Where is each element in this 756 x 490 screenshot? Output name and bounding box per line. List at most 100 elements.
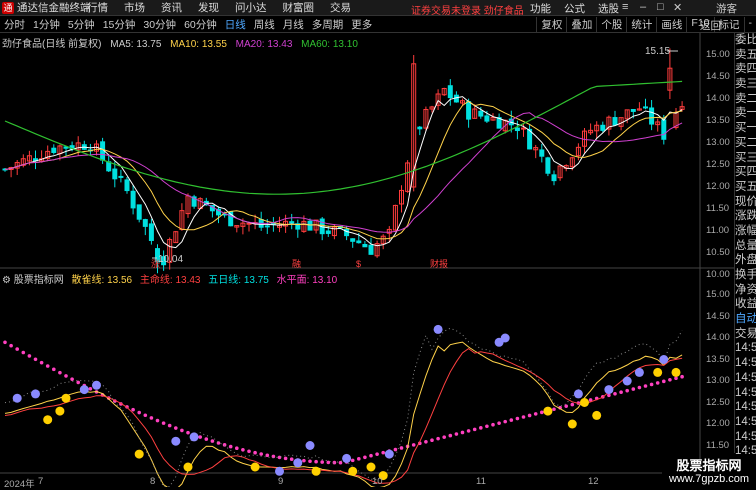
smile-face-icon bbox=[592, 411, 601, 420]
back-button[interactable]: 返回 bbox=[700, 18, 721, 33]
sidebar-item[interactable]: 14:5 bbox=[735, 415, 756, 430]
sidebar-item[interactable]: 收益 bbox=[735, 297, 756, 312]
smile-face-icon bbox=[367, 463, 376, 472]
indicator-name: 股票指标网 bbox=[14, 275, 64, 286]
candle-body bbox=[485, 116, 489, 121]
sidebar-item[interactable]: 买二 bbox=[735, 136, 756, 151]
sidebar-item[interactable]: 外盘 bbox=[735, 253, 756, 268]
candle-body bbox=[448, 86, 452, 98]
shuiping-dot bbox=[638, 386, 642, 390]
shuiping-dot bbox=[680, 375, 684, 379]
candle-body bbox=[540, 150, 544, 156]
shuiping-dot bbox=[76, 381, 80, 385]
shuiping-dot bbox=[89, 387, 93, 391]
smile-face-icon bbox=[348, 467, 357, 476]
tool-minus[interactable]: - bbox=[744, 17, 756, 32]
sidebar-item[interactable]: 净资 bbox=[735, 283, 756, 298]
shuiping-dot bbox=[369, 454, 373, 458]
blue-face-icon bbox=[31, 389, 40, 398]
sanque-line bbox=[5, 342, 682, 487]
sidebar-item[interactable]: 现价 bbox=[735, 195, 756, 210]
kline-chart[interactable]: 15.1510.04融$财报涨 bbox=[0, 0, 734, 487]
candle-body bbox=[522, 128, 526, 129]
sidebar-item[interactable]: 总量 bbox=[735, 239, 756, 254]
sidebar-item[interactable]: 涨幅 bbox=[735, 224, 756, 239]
shuiping-dot bbox=[235, 446, 239, 450]
candle-body bbox=[131, 191, 135, 208]
shuiping-dot bbox=[656, 381, 660, 385]
sidebar-item[interactable]: 买一 bbox=[735, 121, 756, 136]
price-tick-label: 10.50 bbox=[706, 247, 730, 258]
blue-face-icon bbox=[604, 385, 613, 394]
shuiping-dot bbox=[70, 377, 74, 381]
sidebar-item[interactable]: 14:5 bbox=[735, 430, 756, 445]
shuiping-dot bbox=[503, 420, 507, 424]
smile-face-icon bbox=[251, 463, 260, 472]
shuiping-dot bbox=[632, 387, 636, 391]
sidebar-item[interactable]: 买四 bbox=[735, 165, 756, 180]
sub-tick-label: 13.50 bbox=[706, 354, 730, 365]
candle-body bbox=[467, 102, 471, 119]
shuiping-dot bbox=[15, 347, 19, 351]
ma20-line bbox=[5, 113, 682, 233]
stock-name: 劲仔食品(日线 前复权) bbox=[2, 39, 101, 50]
shuiping-dot bbox=[357, 457, 361, 461]
shuiping-dot bbox=[58, 371, 62, 375]
sidebar-item[interactable]: 14:5 bbox=[735, 386, 756, 401]
sidebar-item[interactable]: 卖一 bbox=[735, 106, 756, 121]
shuiping-dot bbox=[278, 456, 282, 460]
shuiping-dot bbox=[552, 407, 556, 411]
shuiping-dot bbox=[28, 354, 32, 358]
sidebar-item[interactable]: 自动 bbox=[735, 312, 756, 327]
sidebar-item[interactable]: 14:5 bbox=[735, 371, 756, 386]
candle-body bbox=[265, 226, 269, 227]
blue-face-icon bbox=[342, 454, 351, 463]
sidebar-item[interactable]: 涨跌 bbox=[735, 209, 756, 224]
sidebar-item[interactable]: 14:5 bbox=[735, 444, 756, 459]
blue-face-icon bbox=[623, 377, 632, 386]
main-legend: 劲仔食品(日线 前复权) MA5: 13.75 MA10: 13.55 MA20… bbox=[2, 35, 358, 50]
candle-body bbox=[149, 224, 153, 241]
sidebar-item[interactable]: 14:5 bbox=[735, 341, 756, 356]
marker-zhang: 涨 bbox=[151, 259, 160, 269]
wuri-line bbox=[5, 328, 682, 487]
candle-body bbox=[357, 241, 361, 243]
ma60-line bbox=[5, 81, 682, 194]
sidebar-item[interactable]: 14:5 bbox=[735, 400, 756, 415]
shuiping-dot bbox=[205, 437, 209, 441]
sidebar-item[interactable]: 买五 bbox=[735, 180, 756, 195]
date-tick-label: 7 bbox=[38, 476, 43, 487]
shuiping-dot bbox=[412, 443, 416, 447]
sidebar-item[interactable]: 委比 bbox=[735, 33, 756, 48]
blue-face-icon bbox=[190, 432, 199, 441]
shuiping-dot bbox=[400, 446, 404, 450]
shuiping-dot bbox=[351, 459, 355, 463]
sidebar-item[interactable]: 买三 bbox=[735, 151, 756, 166]
candle-body bbox=[601, 125, 605, 130]
shuiping-dot bbox=[302, 459, 306, 463]
sidebar-item[interactable]: 卖二 bbox=[735, 92, 756, 107]
gear-icon[interactable]: ⚙ bbox=[2, 275, 11, 286]
date-tick-label: 8 bbox=[150, 476, 155, 487]
sub-tick-label: 13.00 bbox=[706, 375, 730, 386]
blue-face-icon bbox=[293, 458, 302, 467]
shuiping-dot bbox=[247, 449, 251, 453]
legend-ma5: MA5: 13.75 bbox=[110, 39, 161, 50]
shuiping-dot bbox=[211, 439, 215, 443]
sidebar-item[interactable]: 卖四 bbox=[735, 62, 756, 77]
date-tick-label: 9 bbox=[278, 476, 283, 487]
shuiping-dot bbox=[516, 417, 520, 421]
shuiping-dot bbox=[381, 451, 385, 455]
date-tick-label: 12 bbox=[588, 476, 599, 487]
sidebar-item[interactable]: 换手 bbox=[735, 268, 756, 283]
candle-body bbox=[631, 110, 635, 112]
candle-body bbox=[52, 148, 56, 152]
sidebar-item[interactable]: 卖五 bbox=[735, 48, 756, 63]
candle-body bbox=[479, 111, 483, 116]
sidebar-item[interactable]: 交易 bbox=[735, 327, 756, 342]
sidebar-item[interactable]: 卖三 bbox=[735, 77, 756, 92]
shuiping-dot bbox=[186, 431, 190, 435]
shuiping-dot bbox=[467, 429, 471, 433]
sidebar-item[interactable]: 14:5 bbox=[735, 356, 756, 371]
candle-body bbox=[247, 223, 251, 224]
